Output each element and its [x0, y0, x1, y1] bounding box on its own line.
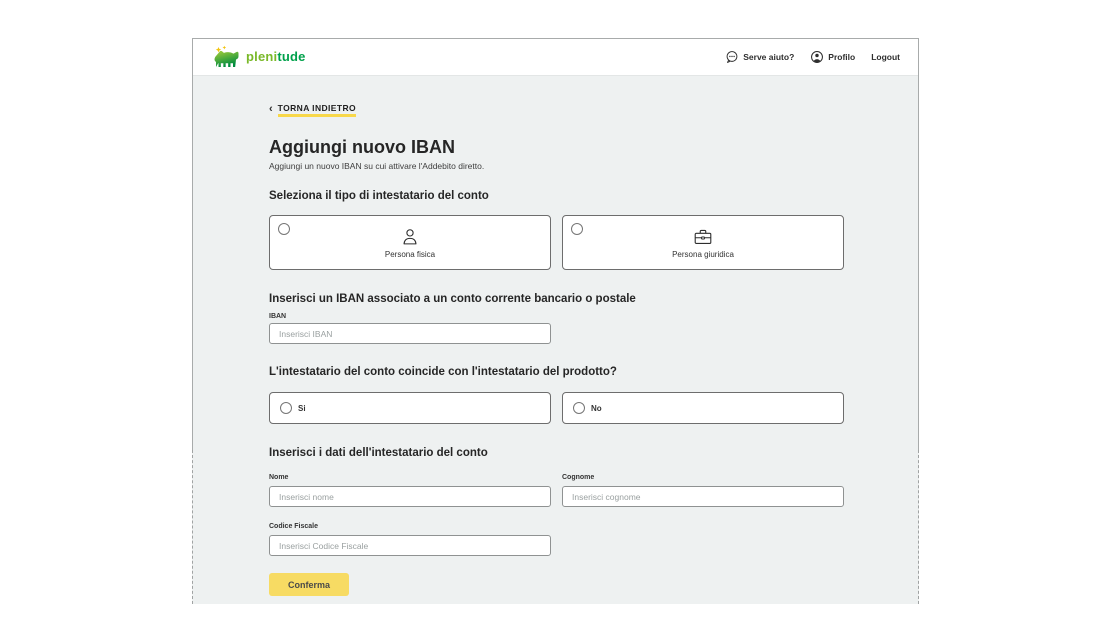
plenitude-dog-icon [211, 44, 241, 70]
confirm-button[interactable]: Conferma [269, 573, 349, 596]
card-label: Persona giuridica [672, 250, 734, 259]
coincide-options: Si No [269, 392, 844, 424]
radio-persona-giuridica[interactable] [571, 223, 583, 235]
radio-no[interactable] [573, 402, 585, 414]
section-holder-type: Seleziona il tipo di intestatario del co… [269, 190, 844, 202]
card-persona-giuridica[interactable]: Persona giuridica [562, 215, 844, 270]
codice-fiscale-input[interactable] [269, 535, 551, 556]
help-button[interactable]: Serve aiuto? [725, 50, 794, 64]
profile-label: Profilo [828, 52, 855, 62]
back-label: TORNA INDIETRO [278, 103, 356, 117]
option-label: Si [298, 404, 306, 413]
logout-button[interactable]: Logout [871, 52, 900, 62]
app-header: plenitude Serve aiuto? Profi [192, 38, 919, 76]
nome-field: Nome [269, 474, 551, 507]
header-actions: Serve aiuto? Profilo Logout [725, 50, 900, 64]
profile-button[interactable]: Profilo [810, 50, 855, 64]
profile-icon [810, 50, 824, 64]
codice-fiscale-field: Codice Fiscale [269, 523, 844, 556]
briefcase-icon [692, 226, 714, 248]
section-coincide: L'intestatario del conto coincide con l'… [269, 366, 844, 378]
iban-label: IBAN [269, 313, 286, 320]
section-holder-data: Inserisci i dati dell'intestatario del c… [269, 447, 844, 459]
cognome-input[interactable] [562, 486, 844, 507]
nome-input[interactable] [269, 486, 551, 507]
nome-label: Nome [269, 474, 551, 481]
name-fields-row: Nome Cognome [269, 474, 844, 507]
section-iban: Inserisci un IBAN associato a un conto c… [269, 293, 844, 305]
app-window: plenitude Serve aiuto? Profi [192, 38, 919, 604]
cognome-label: Cognome [562, 474, 844, 481]
card-label: Persona fisica [385, 250, 435, 259]
radio-si[interactable] [280, 402, 292, 414]
cognome-field: Cognome [562, 474, 844, 507]
chevron-left-icon: ‹ [269, 104, 273, 115]
person-icon [399, 226, 421, 248]
logout-label: Logout [871, 52, 900, 62]
holder-type-cards: Persona fisica Persona giuridica [269, 215, 844, 270]
logo-wordmark: plenitude [246, 49, 306, 64]
iban-input[interactable] [269, 323, 551, 344]
page-content: ‹ TORNA INDIETRO Aggiungi nuovo IBAN Agg… [192, 76, 919, 604]
chat-bubble-icon [725, 50, 739, 64]
option-no[interactable]: No [562, 392, 844, 424]
help-label: Serve aiuto? [743, 52, 794, 62]
codice-fiscale-label: Codice Fiscale [269, 523, 844, 530]
card-persona-fisica[interactable]: Persona fisica [269, 215, 551, 270]
page-subtitle: Aggiungi un nuovo IBAN su cui attivare l… [269, 161, 844, 171]
option-si[interactable]: Si [269, 392, 551, 424]
radio-persona-fisica[interactable] [278, 223, 290, 235]
option-label: No [591, 404, 602, 413]
plenitude-logo[interactable]: plenitude [211, 44, 306, 70]
page-title: Aggiungi nuovo IBAN [269, 137, 844, 158]
back-button[interactable]: ‹ TORNA INDIETRO [269, 103, 356, 117]
